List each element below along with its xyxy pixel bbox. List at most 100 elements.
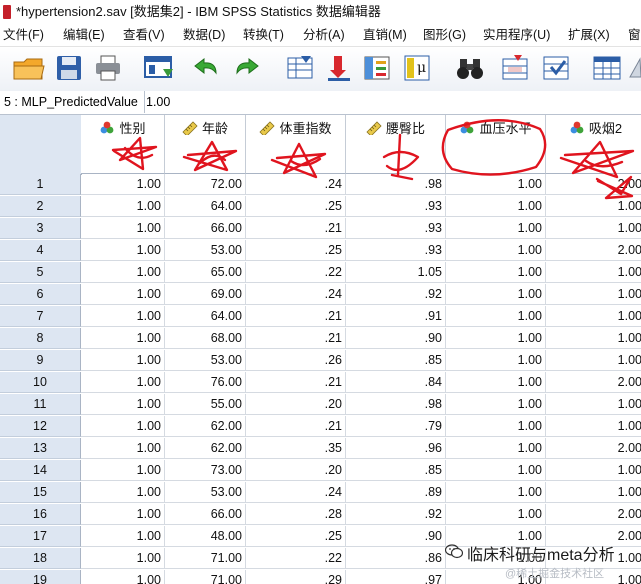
data-cell[interactable]: .28: [246, 504, 346, 525]
data-cell[interactable]: 71.00: [165, 548, 246, 569]
data-cell[interactable]: 1.00: [446, 174, 546, 195]
data-cell[interactable]: 62.00: [165, 438, 246, 459]
data-cell[interactable]: 62.00: [165, 416, 246, 437]
menu-edit[interactable]: 编辑(E): [63, 24, 105, 46]
grid-view-icon[interactable]: [592, 53, 622, 83]
data-cell[interactable]: .92: [346, 284, 446, 305]
data-cell[interactable]: 1.00: [546, 284, 641, 305]
data-cell[interactable]: .98: [346, 174, 446, 195]
data-cell[interactable]: 53.00: [165, 482, 246, 503]
data-cell[interactable]: .22: [246, 548, 346, 569]
data-cell[interactable]: 1.00: [446, 372, 546, 393]
value-labels-icon[interactable]: μ: [402, 53, 432, 83]
data-cell[interactable]: 53.00: [165, 240, 246, 261]
data-cell[interactable]: .22: [246, 262, 346, 283]
data-cell[interactable]: .97: [346, 570, 446, 584]
data-cell[interactable]: .21: [246, 328, 346, 349]
data-cell[interactable]: .91: [346, 306, 446, 327]
data-cell[interactable]: 1.00: [81, 350, 165, 371]
row-header[interactable]: 7: [0, 306, 81, 327]
data-cell[interactable]: 2.00: [546, 372, 641, 393]
row-header[interactable]: 4: [0, 240, 81, 261]
data-cell[interactable]: 76.00: [165, 372, 246, 393]
cell-value-input[interactable]: 1.00: [146, 91, 170, 114]
data-cell[interactable]: .21: [246, 306, 346, 327]
row-header[interactable]: 13: [0, 438, 81, 459]
data-cell[interactable]: 1.00: [446, 328, 546, 349]
column-header[interactable]: 体重指数: [246, 115, 346, 174]
row-header[interactable]: 11: [0, 394, 81, 415]
data-cell[interactable]: 1.00: [546, 196, 641, 217]
data-cell[interactable]: .86: [346, 548, 446, 569]
data-cell[interactable]: .84: [346, 372, 446, 393]
menu-window[interactable]: 窗: [628, 24, 641, 46]
data-cell[interactable]: 1.00: [81, 526, 165, 547]
data-cell[interactable]: 48.00: [165, 526, 246, 547]
row-header[interactable]: 8: [0, 328, 81, 349]
data-cell[interactable]: 73.00: [165, 460, 246, 481]
data-cell[interactable]: 1.00: [81, 460, 165, 481]
data-cell[interactable]: 1.00: [446, 460, 546, 481]
data-cell[interactable]: 1.00: [81, 372, 165, 393]
data-cell[interactable]: 1.00: [546, 482, 641, 503]
row-header[interactable]: 1: [0, 174, 81, 195]
data-cell[interactable]: .21: [246, 372, 346, 393]
data-cell[interactable]: 1.00: [446, 218, 546, 239]
data-cell[interactable]: 1.00: [81, 548, 165, 569]
data-cell[interactable]: .20: [246, 460, 346, 481]
data-cell[interactable]: 1.00: [81, 240, 165, 261]
data-cell[interactable]: 1.00: [546, 306, 641, 327]
data-cell[interactable]: 1.00: [546, 548, 641, 569]
data-cell[interactable]: 1.00: [81, 306, 165, 327]
data-cell[interactable]: 1.00: [446, 416, 546, 437]
data-cell[interactable]: .35: [246, 438, 346, 459]
data-cell[interactable]: 1.00: [546, 350, 641, 371]
data-cell[interactable]: 2.00: [546, 240, 641, 261]
data-cell[interactable]: 1.00: [446, 262, 546, 283]
data-cell[interactable]: 1.00: [81, 328, 165, 349]
data-cell[interactable]: 68.00: [165, 328, 246, 349]
data-cell[interactable]: .85: [346, 350, 446, 371]
menu-utilities[interactable]: 实用程序(U): [483, 24, 550, 46]
data-cell[interactable]: 1.00: [446, 350, 546, 371]
row-header[interactable]: 17: [0, 526, 81, 547]
column-header[interactable]: 性别: [81, 115, 165, 174]
data-cell[interactable]: 1.00: [81, 262, 165, 283]
data-cell[interactable]: 1.00: [546, 262, 641, 283]
data-cell[interactable]: 1.00: [546, 460, 641, 481]
data-cell[interactable]: 71.00: [165, 570, 246, 584]
data-cell[interactable]: .20: [246, 394, 346, 415]
scale-icon[interactable]: [628, 53, 641, 83]
open-folder-icon[interactable]: [12, 53, 46, 83]
data-cell[interactable]: 1.00: [81, 438, 165, 459]
data-cell[interactable]: 64.00: [165, 306, 246, 327]
data-cell[interactable]: 65.00: [165, 262, 246, 283]
undo-icon[interactable]: [192, 53, 222, 83]
data-cell[interactable]: 1.00: [81, 174, 165, 195]
data-cell[interactable]: .90: [346, 328, 446, 349]
data-cell[interactable]: 1.00: [546, 416, 641, 437]
data-cell[interactable]: 1.00: [446, 482, 546, 503]
data-cell[interactable]: .25: [246, 526, 346, 547]
data-cell[interactable]: .25: [246, 196, 346, 217]
row-header[interactable]: 12: [0, 416, 81, 437]
data-cell[interactable]: 1.00: [81, 482, 165, 503]
data-cell[interactable]: .21: [246, 218, 346, 239]
data-cell[interactable]: .93: [346, 240, 446, 261]
insert-cases-icon[interactable]: [500, 53, 530, 83]
menu-view[interactable]: 查看(V): [123, 24, 165, 46]
save-disk-icon[interactable]: [54, 53, 84, 83]
menu-transform[interactable]: 转换(T): [243, 24, 284, 46]
split-file-icon[interactable]: [541, 53, 571, 83]
column-header[interactable]: 腰臀比: [346, 115, 446, 174]
data-cell[interactable]: 1.00: [446, 284, 546, 305]
data-cell[interactable]: 1.00: [81, 416, 165, 437]
data-cell[interactable]: 1.00: [446, 438, 546, 459]
data-cell[interactable]: 1.00: [546, 218, 641, 239]
recall-dialog-icon[interactable]: [143, 53, 173, 83]
data-cell[interactable]: 1.00: [446, 570, 546, 584]
data-cell[interactable]: 1.00: [446, 548, 546, 569]
data-cell[interactable]: .21: [246, 416, 346, 437]
data-cell[interactable]: 66.00: [165, 218, 246, 239]
data-cell[interactable]: .24: [246, 284, 346, 305]
